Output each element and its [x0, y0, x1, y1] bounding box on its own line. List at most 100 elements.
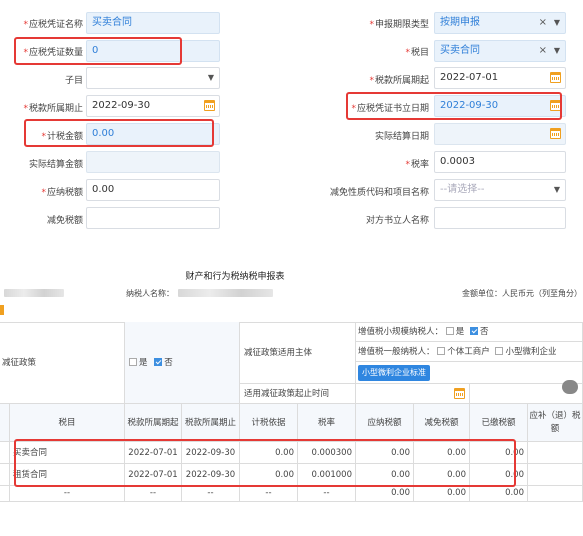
- col-basis-header: 计税依据: [240, 404, 298, 442]
- row-start: 2022-07-01: [125, 464, 182, 486]
- certificate-count-field[interactable]: 0: [86, 40, 220, 62]
- row-basis: 0.00: [240, 442, 298, 464]
- row-item: --: [10, 486, 125, 502]
- blurred-taxpayer-id: [4, 289, 64, 297]
- period-start-date[interactable]: 2022-07-01: [434, 67, 566, 89]
- policy-choice-cell: 是 否: [125, 322, 240, 404]
- tax-payable-field[interactable]: 0.00: [86, 179, 220, 201]
- chevron-down-icon: ▼: [553, 185, 560, 194]
- report-title: 财产和行为税纳税申报表: [185, 272, 285, 282]
- settlement-date-field[interactable]: [434, 123, 566, 145]
- settlement-date-label: 实际结算日期: [374, 132, 429, 142]
- settlement-amount-field[interactable]: [86, 151, 220, 173]
- row-rate: --: [298, 486, 356, 502]
- policy-no-checkbox[interactable]: [129, 358, 137, 366]
- certificate-name-label: *应税凭证名称: [23, 20, 83, 30]
- chevron-down-icon: ▼: [553, 18, 560, 27]
- floating-badge[interactable]: [562, 380, 578, 394]
- general-taxpayer-cell: 增值税一般纳税人： 个体工商户 小型微利企业: [356, 342, 583, 362]
- tax-payable-label: *应纳税额: [41, 188, 83, 198]
- row-item: 租赁合同: [10, 464, 125, 486]
- chevron-down-icon: ▼: [207, 73, 214, 82]
- period-end-label: *税款所属期止: [23, 104, 83, 114]
- individual-checkbox[interactable]: [437, 347, 446, 355]
- row-start: --: [125, 486, 182, 502]
- row-index: [0, 486, 10, 502]
- tax-item-label: *税目: [405, 48, 429, 58]
- col-paid-header: 已缴税额: [470, 404, 528, 442]
- calendar-icon[interactable]: [454, 388, 465, 399]
- row-basis: 0.00: [240, 464, 298, 486]
- row-end: --: [182, 486, 240, 502]
- period-end-date[interactable]: 2022-09-30: [86, 95, 220, 117]
- row-due: [528, 486, 583, 502]
- counterparty-name-label: 对方书立人名称: [365, 216, 429, 226]
- row-end: 2022-09-30: [182, 442, 240, 464]
- row-rate: 0.000300: [298, 442, 356, 464]
- settlement-amount-label: 实际结算金额: [28, 160, 83, 170]
- document-date-label: *应税凭证书立日期: [351, 104, 429, 114]
- taxpayer-name-label: 纳税人名称：: [126, 289, 174, 298]
- col-start-header: 税款所属期起: [125, 404, 182, 442]
- policy-period-start-cell[interactable]: [356, 384, 470, 404]
- exemption-amount-field[interactable]: [86, 207, 220, 229]
- small-scale-no-checkbox[interactable]: [445, 327, 454, 335]
- period-type-label: *申报期限类型: [369, 20, 429, 30]
- sub-item-select[interactable]: ▼: [86, 67, 220, 89]
- calendar-icon[interactable]: [550, 128, 561, 139]
- calendar-icon[interactable]: [550, 72, 561, 83]
- applicable-subject-cell: 减征政策适用主体: [240, 322, 356, 384]
- row-item: 买卖合同: [10, 442, 125, 464]
- row-index: [0, 442, 10, 464]
- row-due: [528, 464, 583, 486]
- chevron-down-icon: ▼: [553, 46, 560, 55]
- row-rate: 0.001000: [298, 464, 356, 486]
- col-item-header: 税目: [10, 404, 125, 442]
- micro-checkbox[interactable]: [495, 347, 504, 355]
- tax-item-select[interactable]: 买卖合同 × ▼: [434, 40, 566, 62]
- taxable-amount-label: *计税金额: [41, 132, 83, 142]
- document-date-field[interactable]: 2022-09-30: [434, 95, 566, 117]
- col-due-header: 应补（退）税额: [528, 404, 583, 442]
- counterparty-name-field[interactable]: [434, 207, 566, 229]
- row-reduction: 0.00: [414, 464, 470, 486]
- small-scale-yes-checkbox[interactable]: [469, 327, 478, 335]
- calendar-icon[interactable]: [204, 100, 215, 111]
- row-due: [528, 442, 583, 464]
- row-payable: 0.00: [356, 464, 414, 486]
- policy-period-label-cell: 适用减征政策起止时间: [240, 384, 356, 404]
- tax-rate-label: *税率: [405, 160, 429, 170]
- certificate-count-label: *应税凭证数量: [23, 48, 83, 58]
- row-reduction: 0.00: [414, 486, 470, 502]
- certificate-name-field[interactable]: 买卖合同: [86, 12, 220, 34]
- row-payable: 0.00: [356, 442, 414, 464]
- row-end: 2022-09-30: [182, 464, 240, 486]
- exemption-code-label: 减免性质代码和项目名称: [329, 188, 429, 198]
- row-basis: --: [240, 486, 298, 502]
- left-marker: [0, 305, 4, 315]
- clear-icon[interactable]: ×: [539, 41, 547, 61]
- sub-item-label: 子目: [64, 76, 83, 86]
- policy-label-cell: 减征政策: [0, 322, 125, 404]
- row-paid: 0.00: [470, 486, 528, 502]
- taxable-amount-field[interactable]: 0.00: [86, 123, 220, 145]
- micro-standard-button[interactable]: 小型微利企业标准: [358, 365, 430, 381]
- calendar-icon[interactable]: [550, 100, 561, 111]
- tax-rate-field[interactable]: 0.0003: [434, 151, 566, 173]
- period-start-label: *税款所属期起: [369, 76, 429, 86]
- exemption-code-select[interactable]: --请选择-- ▼: [434, 179, 566, 201]
- amount-unit-label: 金额单位：人民币元（列至角分）: [462, 289, 582, 298]
- row-start: 2022-07-01: [125, 442, 182, 464]
- blurred-taxpayer-name: [178, 289, 273, 297]
- exemption-amount-label: 减免税额: [46, 216, 83, 226]
- period-type-select[interactable]: 按期申报 × ▼: [434, 12, 566, 34]
- row-reduction: 0.00: [414, 442, 470, 464]
- clear-icon[interactable]: ×: [539, 13, 547, 33]
- row-paid: 0.00: [470, 442, 528, 464]
- col-payable-header: 应纳税额: [356, 404, 414, 442]
- policy-yes-checkbox[interactable]: [154, 358, 163, 366]
- col-reduction-header: 减免税额: [414, 404, 470, 442]
- row-payable: 0.00: [356, 486, 414, 502]
- micro-standard-cell: 小型微利企业标准: [356, 362, 583, 384]
- row-paid: 0.00: [470, 464, 528, 486]
